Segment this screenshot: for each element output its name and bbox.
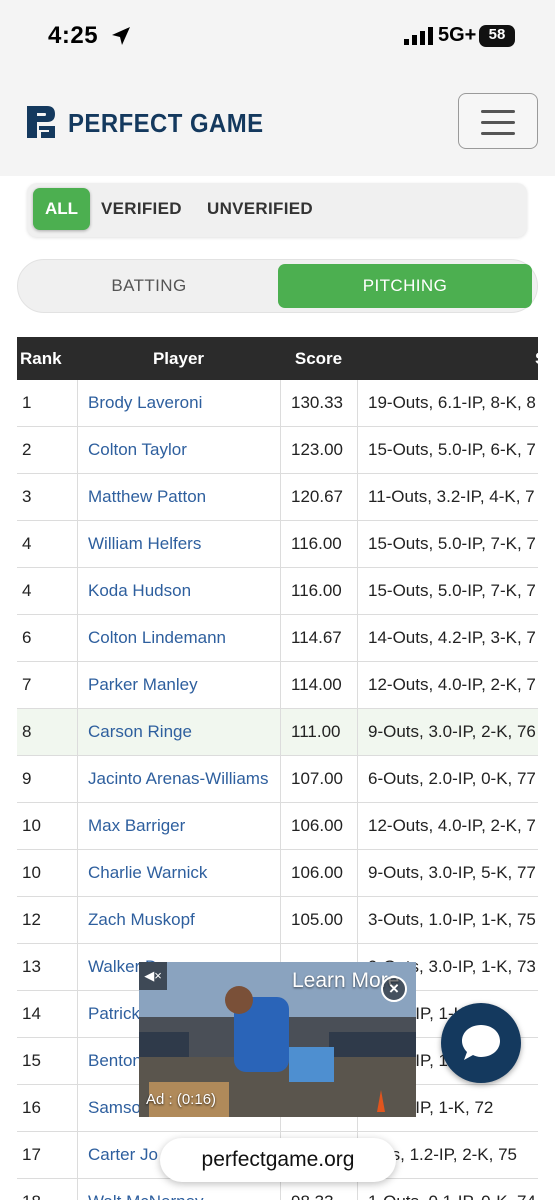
- stats-cell: 9-Outs, 3.0-IP, 2-K, 76: [357, 709, 538, 756]
- stats-cell: 1-Outs, 0.1-IP, 0-K, 74: [357, 1179, 538, 1200]
- rank-cell: 18: [22, 1179, 72, 1200]
- tab-pitching[interactable]: PITCHING: [278, 264, 532, 308]
- table-row: 7 Parker Manley 114.00 12-Outs, 4.0-IP, 2-K…: [17, 662, 538, 709]
- rank-cell: 6: [22, 628, 32, 647]
- stats-cell: 6-Outs, 2.0-IP, 0-K, 77: [357, 756, 538, 803]
- column-header-player: Player: [152, 349, 205, 368]
- stats-cell: 15-Outs, 5.0-IP, 7-K, 7: [357, 521, 538, 568]
- player-link[interactable]: Brody Laveroni: [77, 380, 280, 427]
- rank-cell: 7: [22, 675, 32, 694]
- stats-cell: 15-Outs, 5.0-IP, 6-K, 7: [357, 427, 538, 474]
- player-link[interactable]: Walt McNerney: [77, 1179, 280, 1200]
- chat-button[interactable]: [441, 1003, 521, 1083]
- score-cell: 105.00: [280, 897, 357, 944]
- score-cell: 116.00: [280, 521, 357, 568]
- filter-unverified-button[interactable]: UNVERIFIED: [207, 199, 313, 219]
- score-cell: 116.00: [280, 568, 357, 615]
- perfect-game-logo-icon[interactable]: [25, 104, 57, 140]
- player-link[interactable]: Colton Lindemann: [77, 615, 280, 662]
- status-time: 4:25: [48, 22, 99, 49]
- filter-verified-button[interactable]: VERIFIED: [101, 199, 182, 219]
- table-row: 1 Brody Laveroni 130.33 19-Outs, 6.1-IP, 8-…: [17, 380, 538, 427]
- score-cell: 114.67: [280, 615, 357, 662]
- hamburger-line: [481, 110, 515, 113]
- column-header-stats: S: [535, 349, 547, 368]
- table-row: 10 Max Barriger 106.00 12-Outs, 4.0-IP, 2-K…: [17, 803, 538, 850]
- ad-timer: Ad : (0:16): [146, 1091, 217, 1108]
- player-link[interactable]: Koda Hudson: [77, 568, 280, 615]
- brand-name[interactable]: PERFECT GAME: [68, 108, 264, 139]
- column-header-rank: Rank: [20, 349, 62, 368]
- score-cell: 114.00: [280, 662, 357, 709]
- player-link[interactable]: Colton Taylor: [77, 427, 280, 474]
- score-cell: 123.00: [280, 427, 357, 474]
- rank-cell: 16: [22, 1098, 41, 1117]
- score-cell: 106.00: [280, 850, 357, 897]
- rank-cell: 9: [22, 769, 32, 788]
- table-row: 6 Colton Lindemann 114.67 14-Outs, 4.2-IP, …: [17, 615, 538, 662]
- hamburger-line: [481, 132, 515, 135]
- stats-cell: 12-Outs, 4.0-IP, 2-K, 7: [357, 803, 538, 850]
- table-row: 4 Koda Hudson 116.00 15-Outs, 5.0-IP, 7-K, …: [17, 568, 538, 615]
- player-link[interactable]: Jacinto Arenas-Williams: [77, 756, 280, 803]
- player-link[interactable]: Parker Manley: [77, 662, 280, 709]
- table-row: 8 Carson Ringe 111.00 9-Outs, 3.0-IP, 2-K, …: [17, 709, 538, 756]
- stats-cell: 15-Outs, 5.0-IP, 7-K, 7: [357, 568, 538, 615]
- table-row: 4 William Helfers 116.00 15-Outs, 5.0-IP, 7…: [17, 521, 538, 568]
- table-row: 18Walt McNerney98.331-Outs, 0.1-IP, 0-K,…: [17, 1179, 538, 1200]
- player-link[interactable]: Charlie Warnick: [77, 850, 280, 897]
- battery-level: 58: [488, 26, 506, 43]
- player-link[interactable]: Max Barriger: [77, 803, 280, 850]
- network-label: 5G+: [438, 24, 477, 46]
- score-cell: 107.00: [280, 756, 357, 803]
- stats-cell: 11-Outs, 3.2-IP, 4-K, 7: [357, 474, 538, 521]
- table-row: 9 Jacinto Arenas-Williams 107.00 6-Outs, 2.…: [17, 756, 538, 803]
- score-cell: 98.33: [280, 1179, 357, 1200]
- rank-cell: 2: [22, 440, 32, 459]
- rank-cell: 1: [22, 393, 32, 412]
- rank-cell: 4: [22, 534, 32, 553]
- filter-all-button[interactable]: ALL: [33, 188, 90, 230]
- rank-cell: 14: [22, 1004, 41, 1023]
- rank-cell: 12: [22, 910, 41, 929]
- player-link[interactable]: Matthew Patton: [77, 474, 280, 521]
- score-cell: 111.00: [280, 709, 357, 756]
- score-cell: 120.67: [280, 474, 357, 521]
- rank-cell: 3: [22, 487, 32, 506]
- stats-cell: 14-Outs, 4.2-IP, 3-K, 7: [357, 615, 538, 662]
- rank-cell: 10: [22, 816, 41, 835]
- table-header: Rank Player Score S: [17, 337, 546, 380]
- table-row: 2 Colton Taylor 123.00 15-Outs, 5.0-IP, 6-K…: [17, 427, 538, 474]
- stats-cell: 19-Outs, 6.1-IP, 8-K, 8: [357, 380, 538, 427]
- hamburger-menu-button[interactable]: [458, 93, 538, 149]
- ad-close-icon[interactable]: ×: [381, 976, 407, 1002]
- rank-cell: 10: [22, 863, 41, 882]
- tab-batting[interactable]: BATTING: [20, 262, 278, 310]
- rank-cell: 8: [22, 722, 32, 741]
- score-cell: 106.00: [280, 803, 357, 850]
- player-link[interactable]: Zach Muskopf: [77, 897, 280, 944]
- stats-cell: 9-Outs, 3.0-IP, 5-K, 77: [357, 850, 538, 897]
- signal-icon: [404, 27, 433, 45]
- table-row: 3 Matthew Patton 120.67 11-Outs, 3.2-IP, 4-…: [17, 474, 538, 521]
- score-cell: 130.33: [280, 380, 357, 427]
- ad-mute-icon[interactable]: ◀×: [139, 962, 167, 990]
- table-row: 12 Zach Muskopf 105.00 3-Outs, 1.0-IP, 1-K,…: [17, 897, 538, 944]
- rank-cell: 15: [22, 1051, 41, 1070]
- chat-bubble-icon: [462, 1025, 500, 1060]
- rank-cell: 13: [22, 957, 41, 976]
- player-link[interactable]: Carson Ringe: [77, 709, 280, 756]
- battery-icon: 58: [479, 25, 515, 47]
- hamburger-line: [481, 121, 515, 124]
- column-header-score: Score: [294, 349, 343, 368]
- rank-cell: 4: [22, 581, 32, 600]
- location-arrow-icon: [112, 27, 130, 45]
- browser-url-bar[interactable]: perfectgame.org: [160, 1138, 396, 1182]
- player-link[interactable]: William Helfers: [77, 521, 280, 568]
- stats-cell: 3-Outs, 1.0-IP, 1-K, 75: [357, 897, 538, 944]
- rank-cell: 17: [22, 1145, 41, 1164]
- table-row: 10 Charlie Warnick 106.00 9-Outs, 3.0-IP, 5…: [17, 850, 538, 897]
- stats-cell: 12-Outs, 4.0-IP, 2-K, 7: [357, 662, 538, 709]
